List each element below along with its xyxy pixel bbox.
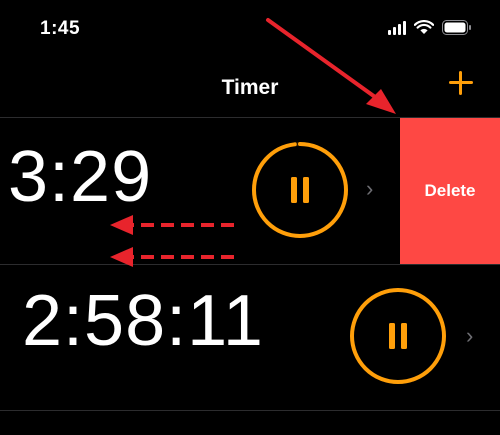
pause-icon	[389, 323, 395, 349]
chevron-right-icon[interactable]: ›	[466, 323, 473, 349]
divider	[0, 410, 500, 411]
cellular-signal-icon	[388, 20, 406, 35]
battery-icon	[442, 20, 471, 35]
delete-button[interactable]: Delete	[400, 118, 500, 264]
status-time: 1:45	[40, 18, 81, 39]
timer-remaining-time: 2:58:11	[22, 281, 264, 361]
navigation-bar: Timer	[0, 60, 500, 116]
status-bar: 1:45	[0, 0, 500, 60]
wifi-icon	[414, 20, 434, 34]
delete-label: Delete	[424, 181, 476, 200]
pause-button[interactable]	[251, 141, 349, 239]
timer-remaining-time: 3:29	[8, 137, 153, 217]
chevron-right-icon[interactable]: ›	[366, 176, 373, 202]
timer-progress-ring	[350, 288, 446, 384]
timer-row[interactable]: 2:58:11 ›	[0, 265, 500, 410]
page-title: Timer	[221, 76, 279, 99]
add-timer-button[interactable]	[446, 68, 476, 98]
pause-button[interactable]	[349, 287, 447, 385]
status-icons	[388, 20, 472, 35]
timer-row[interactable]: 3:29 › Delete	[0, 118, 500, 264]
timer-progress-ring	[252, 142, 348, 238]
pause-icon	[291, 177, 297, 203]
